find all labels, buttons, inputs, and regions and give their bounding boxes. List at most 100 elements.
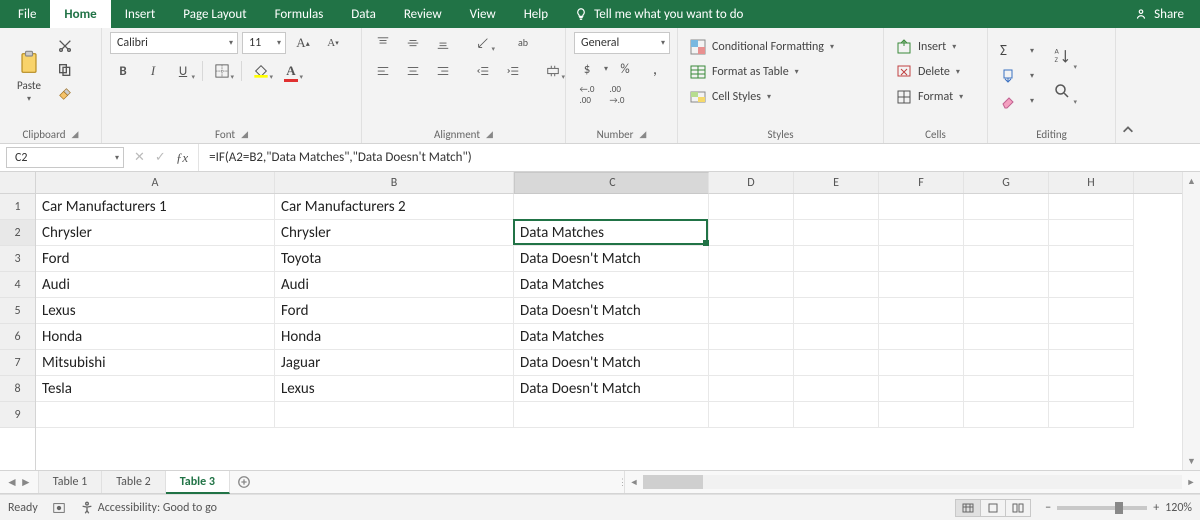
align-top-button[interactable] — [370, 32, 396, 54]
macro-record-icon[interactable] — [52, 501, 66, 515]
align-right-button[interactable] — [430, 60, 456, 82]
fx-icon[interactable]: ƒx — [176, 150, 188, 166]
percent-button[interactable]: % — [612, 58, 638, 80]
cell-F4[interactable] — [879, 272, 964, 298]
column-header[interactable]: D — [709, 172, 794, 193]
alignment-launcher[interactable]: ◢ — [486, 129, 493, 140]
name-box[interactable]: C2▾ — [6, 147, 124, 168]
cell-D5[interactable] — [709, 298, 794, 324]
sheet-tab[interactable]: Table 3 — [166, 471, 230, 494]
row-header[interactable]: 5 — [0, 298, 35, 324]
cell-D8[interactable] — [709, 376, 794, 402]
cell-G2[interactable] — [964, 220, 1049, 246]
tab-formulas[interactable]: Formulas — [261, 0, 338, 28]
zoom-in-button[interactable]: + — [1153, 501, 1159, 515]
row-header[interactable]: 1 — [0, 194, 35, 220]
cell-B1[interactable]: Car Manufacturers 2 — [275, 194, 514, 220]
align-left-button[interactable] — [370, 60, 396, 82]
cell-A7[interactable]: Mitsubishi — [36, 350, 275, 376]
cell-styles-button[interactable]: Cell Styles▾ — [686, 86, 775, 108]
decrease-decimal-button[interactable]: .00→.0 — [604, 84, 630, 106]
cell-B7[interactable]: Jaguar — [275, 350, 514, 376]
underline-button[interactable]: U — [170, 60, 196, 82]
cell-A6[interactable]: Honda — [36, 324, 275, 350]
tab-view[interactable]: View — [456, 0, 510, 28]
cell-F9[interactable] — [879, 402, 964, 428]
orientation-button[interactable] — [470, 32, 496, 54]
column-header[interactable]: F — [879, 172, 964, 193]
cut-button[interactable] — [54, 36, 76, 56]
font-size-select[interactable]: 11▾ — [242, 32, 286, 54]
cell-B8[interactable]: Lexus — [275, 376, 514, 402]
zoom-out-button[interactable]: − — [1045, 501, 1051, 515]
scroll-up-icon[interactable]: ▲ — [1183, 172, 1200, 190]
increase-decimal-button[interactable]: ←.0.00 — [574, 84, 600, 106]
column-header[interactable]: C — [514, 172, 709, 194]
insert-cells-button[interactable]: Insert▾ — [892, 36, 960, 58]
cell-E4[interactable] — [794, 272, 879, 298]
font-name-select[interactable]: Calibri▾ — [110, 32, 238, 54]
cell-G1[interactable] — [964, 194, 1049, 220]
sheet-tab[interactable]: Table 1 — [39, 471, 102, 493]
row-header[interactable]: 3 — [0, 246, 35, 272]
align-bottom-button[interactable] — [430, 32, 456, 54]
delete-cells-button[interactable]: Delete▾ — [892, 61, 964, 83]
find-select-button[interactable] — [1046, 75, 1078, 107]
tell-me-search[interactable]: Tell me what you want to do — [562, 0, 755, 28]
page-layout-view-button[interactable] — [980, 499, 1006, 517]
cell-E7[interactable] — [794, 350, 879, 376]
decrease-indent-button[interactable] — [470, 60, 496, 82]
cell-D4[interactable] — [709, 272, 794, 298]
accessibility-status[interactable]: Accessibility: Good to go — [80, 501, 217, 515]
cell-A3[interactable]: Ford — [36, 246, 275, 272]
cell-E5[interactable] — [794, 298, 879, 324]
cell-D9[interactable] — [709, 402, 794, 428]
share-button[interactable]: Share — [1118, 0, 1200, 28]
column-header[interactable]: E — [794, 172, 879, 193]
cell-D6[interactable] — [709, 324, 794, 350]
cell-F2[interactable] — [879, 220, 964, 246]
cell-H5[interactable] — [1049, 298, 1134, 324]
cell-D1[interactable] — [709, 194, 794, 220]
cell-G5[interactable] — [964, 298, 1049, 324]
cell-F1[interactable] — [879, 194, 964, 220]
tab-review[interactable]: Review — [390, 0, 456, 28]
cell-E3[interactable] — [794, 246, 879, 272]
font-color-button[interactable]: A — [278, 60, 304, 82]
autosum-button[interactable]: Σ▾ — [996, 40, 1038, 62]
cell-E6[interactable] — [794, 324, 879, 350]
cell-A5[interactable]: Lexus — [36, 298, 275, 324]
vertical-scrollbar[interactable]: ▲ ▼ — [1182, 172, 1200, 470]
tab-help[interactable]: Help — [510, 0, 562, 28]
wrap-text-button[interactable]: ab — [510, 32, 536, 54]
border-button[interactable] — [209, 60, 235, 82]
grow-font-button[interactable]: A▴ — [290, 32, 316, 54]
cell-C8[interactable]: Data Doesn't Match — [514, 376, 709, 402]
horizontal-scrollbar[interactable]: ◄ ► — [624, 471, 1200, 493]
row-header[interactable]: 6 — [0, 324, 35, 350]
row-header[interactable]: 8 — [0, 376, 35, 402]
scroll-down-icon[interactable]: ▼ — [1183, 452, 1200, 470]
cell-G6[interactable] — [964, 324, 1049, 350]
sort-filter-button[interactable]: AZ — [1046, 40, 1078, 72]
tab-home[interactable]: Home — [50, 0, 110, 28]
tab-page-layout[interactable]: Page Layout — [169, 0, 260, 28]
sheet-next-icon[interactable]: ► — [20, 475, 32, 490]
tab-insert[interactable]: Insert — [111, 0, 170, 28]
cell-A9[interactable] — [36, 402, 275, 428]
conditional-formatting-button[interactable]: Conditional Formatting▾ — [686, 36, 838, 58]
cell-C5[interactable]: Data Doesn't Match — [514, 298, 709, 324]
cell-C9[interactable] — [514, 402, 709, 428]
tab-file[interactable]: File — [0, 0, 50, 28]
cell-H9[interactable] — [1049, 402, 1134, 428]
format-cells-button[interactable]: Format▾ — [892, 86, 967, 108]
cell-E1[interactable] — [794, 194, 879, 220]
cell-B4[interactable]: Audi — [275, 272, 514, 298]
cell-A1[interactable]: Car Manufacturers 1 — [36, 194, 275, 220]
cell-C1[interactable] — [514, 194, 709, 220]
normal-view-button[interactable] — [955, 499, 981, 517]
cell-D2[interactable] — [709, 220, 794, 246]
cell-F7[interactable] — [879, 350, 964, 376]
select-all-corner[interactable] — [0, 172, 35, 194]
column-header[interactable]: H — [1049, 172, 1134, 193]
